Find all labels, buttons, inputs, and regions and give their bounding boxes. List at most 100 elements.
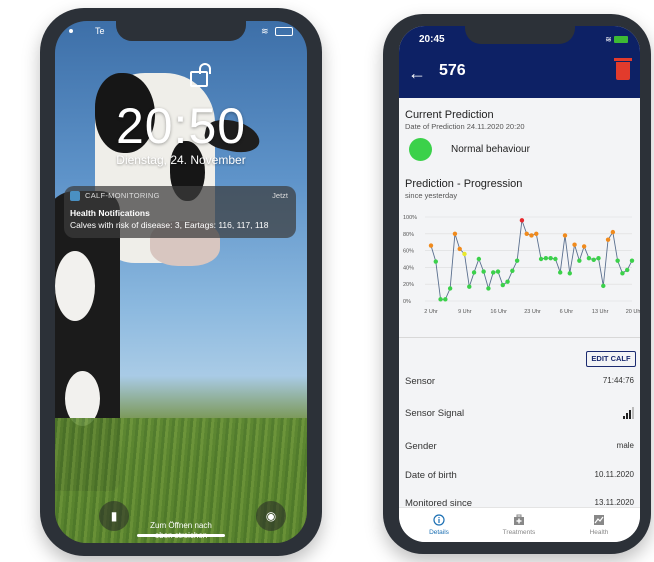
data-point	[481, 269, 486, 274]
data-point	[620, 271, 625, 276]
data-point	[558, 270, 563, 275]
calf-app-icon	[70, 191, 80, 201]
status-icons: ≋	[261, 26, 293, 37]
notch	[464, 26, 575, 44]
data-point	[524, 231, 529, 236]
data-point	[629, 258, 635, 263]
data-point	[610, 229, 616, 235]
detail-value: 71:44:76	[602, 376, 634, 385]
lockscreen-date: Dienstag, 24. November	[116, 153, 246, 167]
x-tick-label: 23 Uhr	[524, 309, 541, 315]
y-tick-label: 0%	[403, 299, 411, 305]
calf-id-title: 576	[439, 62, 466, 79]
tab-treatments[interactable]: Treatments	[479, 514, 559, 536]
status-icons: ≋	[605, 35, 628, 44]
chart-icon	[594, 515, 604, 525]
data-point	[601, 283, 606, 289]
data-point	[596, 255, 601, 261]
x-tick-label: 9 Uhr	[458, 309, 472, 315]
app-screen: 20:45 ≋ ← 576 Current Prediction Date of…	[399, 26, 640, 542]
home-indicator[interactable]	[137, 534, 225, 537]
detail-value: male	[616, 441, 634, 450]
data-point	[491, 270, 496, 275]
x-tick-label: 16 Uhr	[490, 309, 507, 315]
tab-label: Treatments	[502, 529, 536, 536]
y-tick-label: 60%	[403, 249, 414, 255]
x-tick-label: 2 Uhr	[424, 309, 438, 315]
data-point	[457, 246, 462, 252]
data-point	[572, 242, 577, 247]
tab-health[interactable]: Health	[559, 514, 639, 536]
lockscreen-time: 20:50	[115, 98, 247, 154]
battery-icon	[275, 27, 293, 37]
detail-row-sensor-signal: Sensor Signal	[405, 407, 634, 419]
status-bar: Te ≋	[55, 23, 307, 39]
divider	[399, 337, 640, 338]
info-icon	[433, 514, 445, 526]
data-point	[534, 231, 539, 236]
app-header: 20:45 ≋ ← 576	[399, 26, 640, 98]
status-indicator	[409, 138, 432, 161]
data-point	[433, 259, 438, 264]
detail-row-gender: Gender male	[405, 441, 634, 452]
tab-label: Details	[429, 529, 449, 536]
data-point	[428, 243, 434, 248]
y-tick-label: 40%	[403, 265, 414, 271]
data-point	[452, 231, 458, 236]
data-point	[519, 218, 525, 223]
back-arrow-icon[interactable]: ←	[408, 64, 426, 82]
trash-icon[interactable]	[614, 58, 632, 80]
data-point	[625, 267, 630, 273]
data-point	[562, 233, 568, 238]
data-point	[548, 255, 553, 261]
data-point	[543, 255, 549, 261]
y-tick-label: 100%	[403, 215, 417, 221]
x-tick-label: 6 Uhr	[560, 309, 574, 315]
data-point	[495, 269, 501, 274]
carrier-label: Te	[95, 26, 105, 36]
unlocked-padlock-icon	[190, 71, 208, 87]
detail-value: 10.11.2020	[594, 470, 634, 479]
notification-title: Health Notifications	[70, 208, 150, 218]
prediction-chart: 0% 20% 40% 60% 80% 100% 2 Uhr 9 Uhr 16 Uhr 23 Uhr…	[403, 215, 640, 315]
data-point	[462, 251, 467, 257]
wifi-icon: ≋	[605, 35, 612, 44]
x-tick-label: 13 Uhr	[592, 309, 609, 315]
data-point	[567, 271, 572, 276]
data-point	[510, 268, 515, 273]
data-point	[605, 237, 611, 242]
data-point	[471, 270, 477, 275]
unlock-hint: Zum Öffnen nach oben streichen	[55, 521, 307, 541]
data-point	[529, 233, 534, 238]
lockscreen-phone: Te ≋ 20:50 Dienstag, 24. November CALF-M…	[40, 8, 322, 556]
y-tick-label: 20%	[403, 282, 414, 288]
medical-kit-icon	[514, 514, 524, 525]
data-point	[443, 297, 448, 302]
notification-app-name: CALF-MONITORING	[85, 191, 160, 200]
data-point	[486, 286, 491, 291]
data-point	[514, 258, 520, 263]
data-point	[591, 257, 596, 263]
detail-label: Sensor	[405, 376, 436, 387]
current-prediction-heading: Current Prediction	[405, 109, 494, 121]
notification-time: Jetzt	[272, 191, 288, 200]
data-point	[586, 255, 592, 261]
bottom-tab-bar: Details Treatments Health	[399, 507, 640, 542]
x-tick-label: 20 Uhr	[626, 309, 640, 315]
data-point	[538, 256, 544, 262]
tab-label: Health	[589, 529, 609, 536]
app-phone: 20:45 ≋ ← 576 Current Prediction Date of…	[383, 14, 651, 554]
lockscreen: Te ≋ 20:50 Dienstag, 24. November CALF-M…	[55, 21, 307, 543]
edit-calf-button[interactable]: EDIT CALF	[586, 351, 636, 367]
progression-heading: Prediction - Progression	[405, 178, 523, 190]
notification-card[interactable]: CALF-MONITORING Jetzt Health Notificatio…	[64, 186, 296, 238]
detail-label: Date of birth	[405, 470, 457, 481]
notification-body: Calves with risk of disease: 3, Eartags:…	[70, 220, 269, 230]
data-point	[500, 282, 505, 288]
data-point	[581, 244, 587, 249]
status-label: Normal behaviour	[451, 144, 530, 155]
tab-details[interactable]: Details	[399, 514, 479, 536]
y-tick-label: 80%	[403, 232, 414, 238]
status-dot	[69, 29, 73, 33]
detail-value: 13.11.2020	[594, 498, 634, 507]
